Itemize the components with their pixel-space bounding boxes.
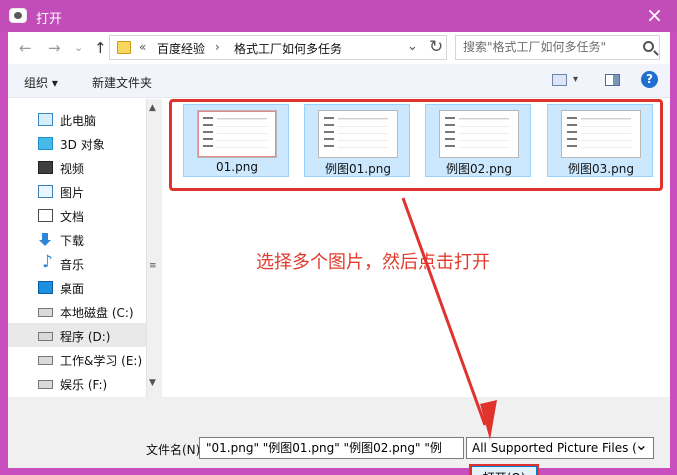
sidebar-item-documents[interactable]: 文档: [8, 203, 146, 227]
filename-input[interactable]: "01.png" "例图01.png" "例图02.png" "例: [199, 437, 464, 459]
organize-button[interactable]: 组织 ▾: [24, 74, 58, 91]
breadcrumb-item[interactable]: 格式工厂如何多任务: [234, 40, 342, 57]
sidebar-item-label: 此电脑: [60, 114, 97, 128]
sidebar-item-label: 本地磁盘 (C:): [60, 306, 134, 320]
sidebar-item-downloads[interactable]: 下载: [8, 227, 146, 251]
navigation-bar: ← → ⌄ ↑ « 百度经验 › 格式工厂如何多任务 ⌄ ↻ 搜索"格式工厂如何…: [8, 32, 670, 64]
view-options-icon[interactable]: [552, 74, 567, 86]
sidebar-item-label: 下载: [60, 234, 85, 248]
sidebar-item-label: 程序 (D:): [60, 330, 111, 344]
sidebar-item-drive-f[interactable]: 娱乐 (F:): [8, 371, 146, 395]
file-type-select[interactable]: All Supported Picture Files (: [466, 437, 654, 459]
refresh-icon[interactable]: ↻: [429, 37, 443, 57]
sidebar-item-label: 3D 对象: [60, 138, 105, 152]
drive-icon: [38, 356, 53, 365]
search-placeholder: 搜索"格式工厂如何多任务": [463, 40, 607, 54]
breadcrumb-separator-icon[interactable]: ›: [215, 40, 220, 54]
sidebar-item-this-pc[interactable]: 此电脑: [8, 107, 146, 131]
search-icon[interactable]: [643, 41, 654, 52]
scroll-down-icon[interactable]: ▼: [149, 378, 156, 388]
filename-label: 文件名(N):: [146, 443, 205, 457]
sidebar-item-label: 音乐: [60, 258, 85, 272]
sidebar-item-label: 娱乐 (F:): [60, 378, 108, 392]
close-button[interactable]: ×: [632, 0, 677, 32]
video-icon: [38, 161, 53, 174]
recent-locations-icon[interactable]: ⌄: [74, 41, 83, 54]
sidebar-item-drive-c[interactable]: 本地磁盘 (C:): [8, 299, 146, 323]
breadcrumb-overflow-icon[interactable]: «: [139, 40, 146, 54]
sidebar-item-label: 桌面: [60, 282, 85, 296]
preview-pane-icon[interactable]: [605, 74, 620, 86]
window-title: 打开: [36, 12, 63, 27]
drive-icon: [38, 380, 53, 389]
dialog-footer: 文件名(N): "01.png" "例图01.png" "例图02.png" "…: [8, 397, 670, 475]
forward-icon[interactable]: →: [48, 39, 61, 57]
sidebar-item-3d-objects[interactable]: 3D 对象: [8, 131, 146, 155]
sidebar-item-label: 视频: [60, 162, 85, 176]
view-dropdown-icon[interactable]: ▾: [573, 74, 578, 85]
sidebar-item-label: 文档: [60, 210, 85, 224]
drive-icon: [38, 332, 53, 341]
pc-icon: [38, 113, 53, 126]
desktop-icon: [38, 281, 53, 294]
documents-icon: [38, 209, 53, 222]
navigation-pane: 此电脑 3D 对象 视频 图片 文档 下载 ♪ 音乐 桌面 本地磁盘 (C:) …: [8, 99, 162, 397]
sidebar-item-label: 工作&学习 (E:): [60, 354, 143, 368]
drive-icon: [38, 308, 53, 317]
up-folder-icon[interactable]: ↑: [94, 39, 107, 57]
back-icon[interactable]: ←: [19, 39, 32, 57]
annotation-selection-box: [169, 99, 663, 191]
open-button[interactable]: 打开(O): [471, 466, 537, 475]
sidebar-item-pictures[interactable]: 图片: [8, 179, 146, 203]
sidebar-item-music[interactable]: ♪ 音乐: [8, 251, 146, 275]
sidebar-scrollbar[interactable]: ▲ ≡ ▼: [146, 99, 162, 397]
annotation-text: 选择多个图片，然后点击打开: [256, 252, 490, 273]
command-toolbar: 组织 ▾ 新建文件夹 ▾ ?: [8, 64, 670, 98]
cube-icon: [38, 137, 53, 150]
help-icon[interactable]: ?: [641, 71, 658, 88]
sidebar-item-drive-e[interactable]: 工作&学习 (E:): [8, 347, 146, 371]
sidebar-item-videos[interactable]: 视频: [8, 155, 146, 179]
new-folder-button[interactable]: 新建文件夹: [92, 74, 152, 91]
pictures-icon: [38, 185, 53, 198]
sidebar-item-drive-d[interactable]: 程序 (D:): [8, 323, 146, 347]
app-icon: [9, 8, 27, 23]
sidebar-item-desktop[interactable]: 桌面: [8, 275, 146, 299]
address-bar[interactable]: « 百度经验 › 格式工厂如何多任务 ⌄ ↻: [109, 35, 447, 60]
music-icon: ♪: [42, 252, 53, 272]
scroll-grip-icon[interactable]: ≡: [149, 262, 160, 271]
breadcrumb-item[interactable]: 百度经验: [157, 40, 205, 57]
address-dropdown-icon[interactable]: ⌄: [407, 39, 418, 54]
folder-icon: [117, 41, 131, 54]
sidebar-item-label: 图片: [60, 186, 85, 200]
download-icon: [38, 233, 53, 246]
search-input[interactable]: 搜索"格式工厂如何多任务": [455, 35, 660, 60]
title-bar: 打开 ×: [0, 0, 677, 32]
scroll-up-icon[interactable]: ▲: [149, 103, 156, 113]
